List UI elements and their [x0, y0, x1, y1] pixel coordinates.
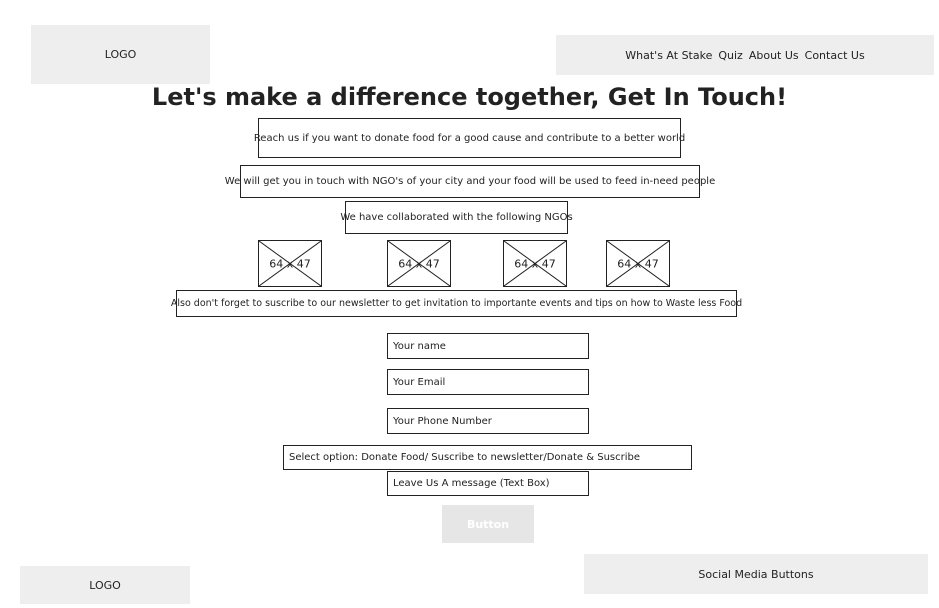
footer-logo-text: LOGO	[89, 578, 121, 592]
ngo-image-3: 64 x 47	[503, 240, 567, 287]
top-nav: What's At Stake Quiz About Us Contact Us	[556, 35, 934, 75]
option-select[interactable]: Select option: Donate Food/ Suscribe to …	[283, 445, 692, 470]
nav-contact-us[interactable]: Contact Us	[805, 49, 865, 62]
submit-button[interactable]: Button	[442, 505, 534, 543]
ngo-image-4: 64 x 47	[606, 240, 670, 287]
ngo-image-2-label: 64 x 47	[398, 257, 440, 270]
nav-about-us[interactable]: About Us	[749, 49, 799, 62]
page-title: Let's make a difference together, Get In…	[151, 83, 788, 111]
intro-text: Reach us if you want to donate food for …	[254, 118, 685, 158]
social-media-buttons[interactable]: Social Media Buttons	[584, 554, 928, 594]
connect-text: We will get you in touch with NGO's of y…	[225, 165, 715, 198]
footer-logo[interactable]: LOGO	[20, 566, 190, 604]
ngo-image-1: 64 x 47	[258, 240, 322, 287]
ngo-image-4-label: 64 x 47	[617, 257, 659, 270]
nav-quiz[interactable]: Quiz	[718, 49, 742, 62]
ngo-image-1-label: 64 x 47	[269, 257, 311, 270]
message-textbox[interactable]: Leave Us A message (Text Box)	[387, 471, 589, 496]
header-logo[interactable]: LOGO	[31, 25, 210, 84]
nav-whats-at-stake[interactable]: What's At Stake	[625, 49, 712, 62]
email-field[interactable]: Your Email	[387, 369, 589, 395]
phone-field[interactable]: Your Phone Number	[387, 408, 589, 434]
header-logo-text: LOGO	[104, 48, 137, 61]
ngo-image-2: 64 x 47	[387, 240, 451, 287]
ngo-image-3-label: 64 x 47	[514, 257, 556, 270]
name-field[interactable]: Your name	[387, 333, 589, 359]
collab-text: We have collaborated with the following …	[340, 201, 573, 234]
social-media-label: Social Media Buttons	[698, 567, 814, 581]
newsletter-text: Also don't forget to suscribe to our new…	[171, 290, 742, 317]
